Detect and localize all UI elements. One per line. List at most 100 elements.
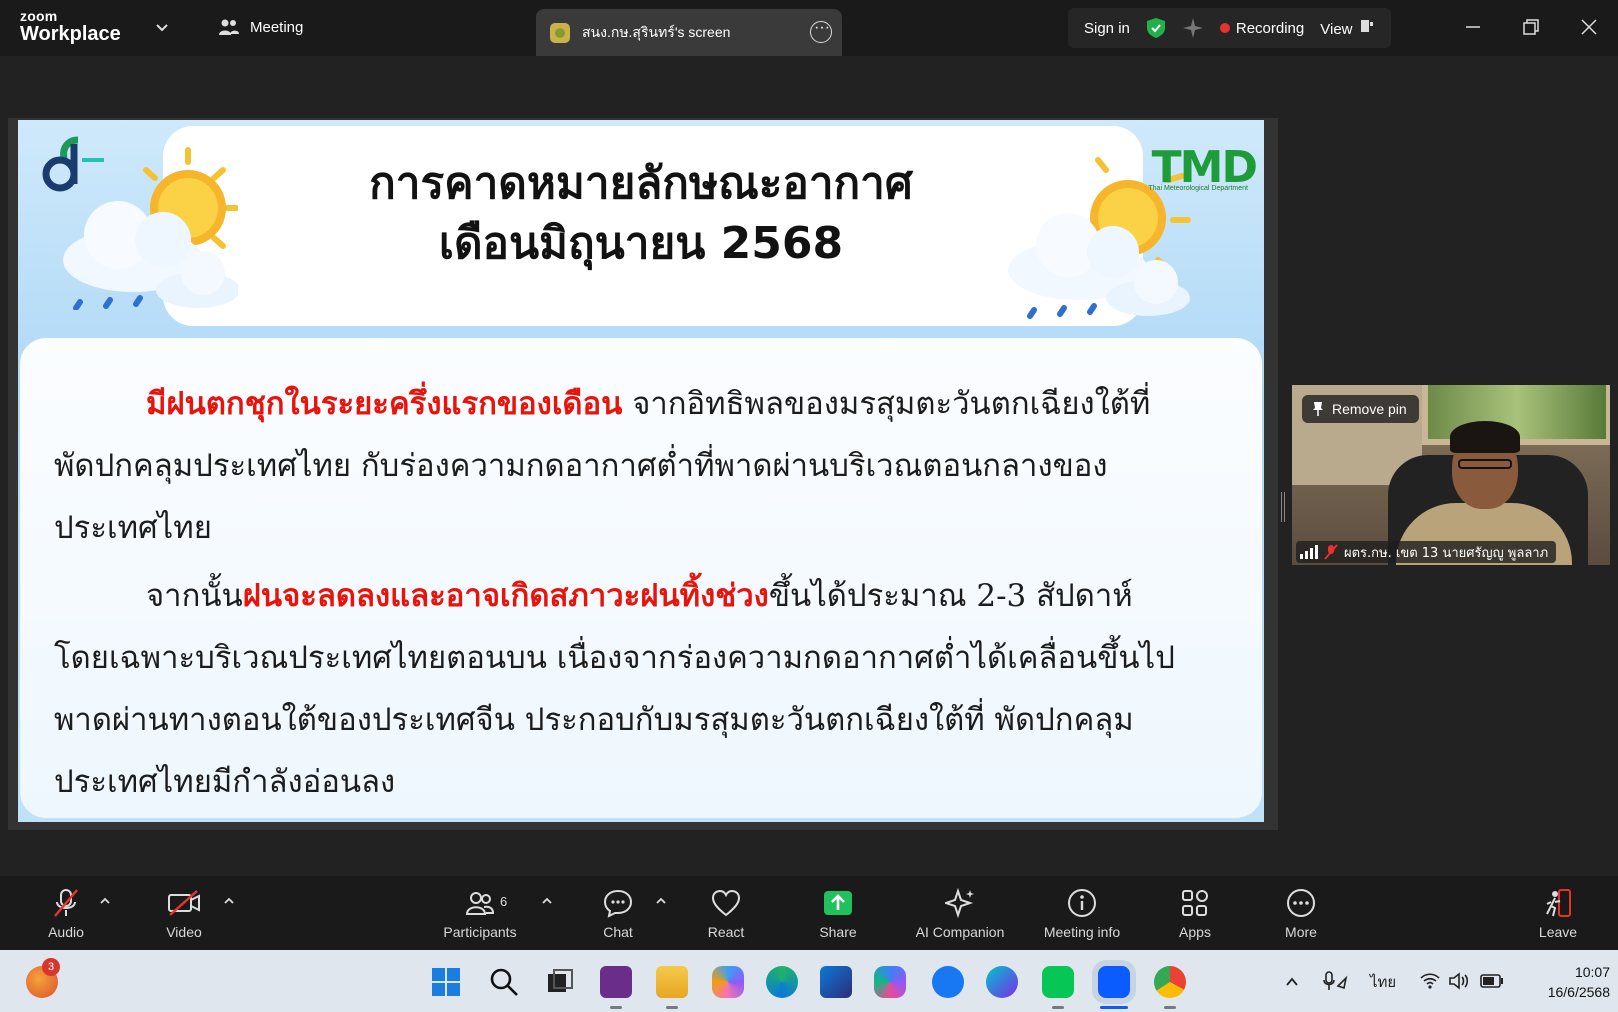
- share-button[interactable]: Share: [814, 888, 862, 940]
- react-button[interactable]: React: [702, 888, 750, 940]
- chat-label: Chat: [603, 924, 633, 940]
- mic-muted-icon: [54, 889, 78, 917]
- microphone-location-icon[interactable]: [1322, 970, 1348, 992]
- task-view-icon[interactable]: [544, 966, 576, 998]
- ai-companion-label: AI Companion: [915, 924, 1005, 940]
- people-icon: [219, 19, 239, 35]
- leave-button[interactable]: Leave: [1534, 888, 1582, 940]
- video-off-icon: [168, 890, 200, 916]
- panel-resize-handle[interactable]: [1281, 492, 1285, 522]
- top-right-controls: Sign in Recording View: [1068, 8, 1391, 48]
- view-button[interactable]: View: [1320, 18, 1374, 38]
- slide-title-line2: เดือนมิถุนายน 2568: [438, 218, 844, 269]
- shield-check-icon[interactable]: [1146, 17, 1166, 39]
- remove-pin-button[interactable]: Remove pin: [1302, 395, 1419, 423]
- info-icon: [1068, 889, 1096, 917]
- react-label: React: [707, 924, 745, 940]
- meeting-tab[interactable]: Meeting: [218, 18, 303, 36]
- participants-label: Participants: [443, 924, 517, 940]
- shared-slide[interactable]: TMD Thai Meteorological Department การคา…: [18, 120, 1264, 822]
- video-label: Video: [166, 924, 202, 940]
- view-layout-icon: [1360, 20, 1373, 32]
- system-clock[interactable]: 10:07 16/6/2568: [1520, 962, 1610, 1002]
- record-dot-icon: [1219, 22, 1230, 33]
- m365-icon[interactable]: [874, 966, 906, 998]
- participants-options-chevron-icon[interactable]: [540, 894, 554, 908]
- share-source-icon: [550, 22, 570, 43]
- input-language[interactable]: ไทย: [1370, 970, 1396, 994]
- ai-companion-button[interactable]: AI Companion: [908, 888, 1012, 940]
- audio-button[interactable]: Audio: [38, 888, 94, 940]
- clock-date: 16/6/2568: [1547, 984, 1610, 1000]
- notification-badge: 3: [42, 958, 60, 976]
- view-label: View: [1320, 21, 1353, 38]
- leave-label: Leave: [1538, 924, 1578, 940]
- meeting-info-button[interactable]: Meeting info: [1036, 888, 1128, 940]
- more-button[interactable]: More: [1276, 888, 1326, 940]
- file-explorer-icon[interactable]: [656, 966, 688, 998]
- facebook-icon[interactable]: [932, 966, 964, 998]
- recording-indicator[interactable]: Recording: [1219, 19, 1305, 37]
- shared-screen-tab[interactable]: สนง.กษ.สุรินทร์'s screen: [536, 9, 842, 56]
- participant-name: ผตร.กษ. เขต 13 นายศรัญญู พูลลาภ: [1344, 545, 1549, 561]
- logo-zoom-text: zoom: [20, 8, 58, 24]
- video-options-chevron-icon[interactable]: [222, 894, 236, 908]
- meeting-info-label: Meeting info: [1043, 924, 1121, 940]
- heart-icon: [711, 889, 741, 917]
- close-icon[interactable]: [1576, 14, 1602, 40]
- video-person-glasses: [1458, 459, 1512, 469]
- pin-icon: [1313, 402, 1323, 416]
- pdf-app-icon[interactable]: [600, 966, 632, 998]
- video-button[interactable]: Video: [154, 888, 214, 940]
- chat-options-chevron-icon[interactable]: [654, 894, 668, 908]
- paragraph-2-line-1: จากนั้นฝนจะลดลงและอาจเกิดสภาวะฝนทิ้งช่วง…: [146, 570, 1133, 620]
- file-explorer-indicator: [666, 1006, 678, 1009]
- more-options-icon[interactable]: [810, 19, 832, 43]
- zoom-app-icon[interactable]: [1098, 966, 1130, 998]
- apps-label: Apps: [1179, 924, 1211, 940]
- show-hidden-icons-chevron-icon[interactable]: [1284, 974, 1300, 990]
- pdf-app-indicator: [610, 1006, 622, 1009]
- share-label: Share: [819, 924, 857, 940]
- chrome-indicator: [1164, 1006, 1176, 1009]
- canva-icon[interactable]: [986, 966, 1018, 998]
- store-icon[interactable]: [820, 966, 852, 998]
- wifi-icon[interactable]: [1420, 972, 1440, 990]
- audio-options-chevron-icon[interactable]: [98, 894, 112, 908]
- participants-count: 6: [500, 894, 508, 909]
- zoom-workplace-logo: zoom Workplace: [20, 9, 121, 44]
- windows-start-icon[interactable]: [430, 966, 462, 998]
- line-indicator: [1052, 1006, 1064, 1009]
- chevron-down-icon[interactable]: [154, 20, 170, 36]
- battery-icon[interactable]: [1480, 974, 1504, 988]
- paragraph-1-line-2: พัดปกคลุมประเทศไทย กับร่องความกดอากาศต่ำ…: [54, 448, 1108, 484]
- ai-sparkle-icon: [945, 888, 974, 918]
- sparkle-icon[interactable]: [1182, 17, 1204, 39]
- chrome-icon[interactable]: [1154, 966, 1186, 998]
- search-icon[interactable]: [488, 966, 520, 998]
- minimize-icon[interactable]: [1460, 14, 1486, 40]
- chat-button[interactable]: Chat: [598, 888, 638, 940]
- paragraph-1-line-1: มีฝนตกชุกในระยะครึ่งแรกของเดือน จากอิทธิ…: [146, 378, 1150, 428]
- apps-button[interactable]: Apps: [1170, 888, 1220, 940]
- participants-icon: [465, 892, 495, 915]
- participant-video-tile[interactable]: Remove pin ผตร.กษ. เขต 13 นายศรัญญู พูลล…: [1292, 385, 1610, 565]
- edge-browser-icon[interactable]: [766, 966, 798, 998]
- chat-icon: [603, 889, 633, 918]
- paragraph-2-line-2: โดยเฉพาะบริเวณประเทศไทยตอนบน เนื่องจากร่…: [54, 640, 1175, 676]
- restore-icon[interactable]: [1518, 14, 1544, 40]
- sign-in-button[interactable]: Sign in: [1084, 20, 1130, 37]
- video-person-hair: [1450, 421, 1520, 453]
- paragraph-1-line-3: ประเทศไทย: [54, 510, 212, 546]
- copilot-icon[interactable]: [712, 966, 744, 998]
- apps-icon: [1182, 890, 1208, 916]
- logo-workplace-text: Workplace: [20, 23, 121, 45]
- audio-label: Audio: [48, 924, 84, 940]
- share-screen-icon: [824, 891, 852, 915]
- recording-label: Recording: [1235, 19, 1305, 37]
- participants-button[interactable]: Participants: [434, 888, 526, 940]
- leave-icon: [1546, 889, 1571, 917]
- volume-icon[interactable]: [1448, 972, 1470, 990]
- paragraph-2-line-3: พาดผ่านทางตอนใต้ของประเทศจีน ประกอบกับมร…: [54, 702, 1134, 738]
- line-icon[interactable]: [1042, 966, 1074, 998]
